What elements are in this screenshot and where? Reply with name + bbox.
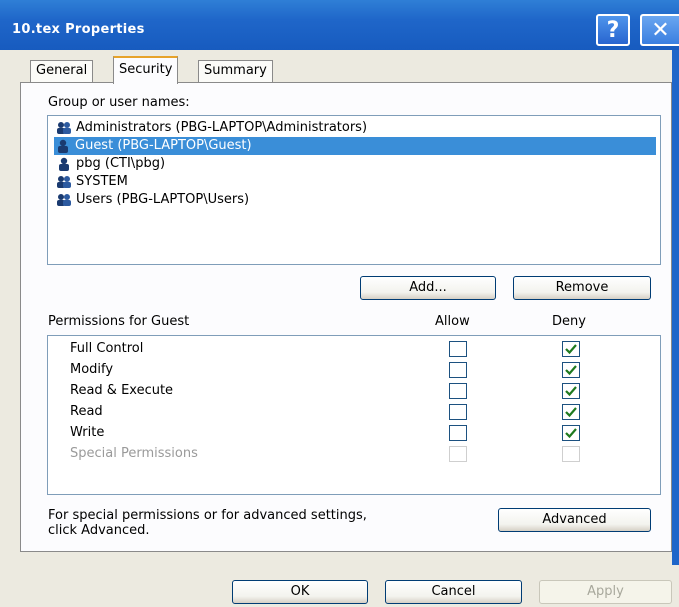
permissions-for-label: Permissions for Guest: [48, 314, 190, 329]
perm-special-label: Special Permissions: [70, 446, 198, 461]
perm-full-control-label: Full Control: [70, 341, 144, 356]
advanced-hint-line1: For special permissions or for advanced …: [48, 508, 367, 523]
list-item-pbg[interactable]: pbg (CTI\pbg): [55, 155, 169, 173]
close-button[interactable]: ✕: [640, 14, 679, 46]
add-button[interactable]: Add...: [360, 276, 496, 300]
deny-modify-checkbox[interactable]: [562, 362, 580, 378]
deny-read-checkbox[interactable]: [562, 404, 580, 420]
tab-summary[interactable]: Summary: [198, 60, 273, 82]
dialog-footer: OK Cancel Apply: [0, 565, 679, 607]
checkmark-icon: [565, 428, 577, 439]
window-frame-right: [672, 50, 679, 607]
allow-read-checkbox[interactable]: [449, 404, 467, 420]
permissions-list: Full Control Modify Read & Execute Read …: [47, 335, 661, 495]
group-users-icon: [57, 176, 71, 188]
list-item-users[interactable]: Users (PBG-LAPTOP\Users): [55, 191, 253, 209]
list-item-guest[interactable]: Guest (PBG-LAPTOP\Guest): [54, 137, 656, 155]
advanced-hint-line2: click Advanced.: [48, 523, 150, 538]
title-bar[interactable]: 10.tex Properties ? ✕: [0, 0, 679, 50]
deny-special-checkbox: [562, 446, 580, 462]
perm-write-label: Write: [70, 425, 105, 440]
allow-write-checkbox[interactable]: [449, 425, 467, 441]
perm-read-execute-label: Read & Execute: [70, 383, 174, 398]
deny-read-execute-checkbox[interactable]: [562, 383, 580, 399]
list-item-label: SYSTEM: [76, 174, 128, 189]
allow-special-checkbox: [449, 446, 467, 462]
single-user-icon: [59, 157, 69, 171]
advanced-button[interactable]: Advanced: [498, 508, 651, 532]
allow-header: Allow: [435, 314, 470, 329]
deny-full-control-checkbox[interactable]: [562, 341, 580, 357]
allow-modify-checkbox[interactable]: [449, 362, 467, 378]
allow-read-execute-checkbox[interactable]: [449, 383, 467, 399]
single-user-icon: [58, 139, 68, 153]
deny-write-checkbox[interactable]: [562, 425, 580, 441]
perm-read-label: Read: [70, 404, 103, 419]
list-item-label: pbg (CTI\pbg): [76, 156, 166, 171]
checkmark-icon: [565, 386, 577, 397]
group-names-label: Group or user names:: [48, 95, 190, 110]
user-listbox[interactable]: Administrators (PBG-LAPTOP\Administrator…: [47, 115, 661, 265]
properties-dialog: 10.tex Properties ? ✕ General Security S…: [0, 0, 679, 607]
list-item-label: Administrators (PBG-LAPTOP\Administrator…: [76, 120, 368, 135]
remove-button[interactable]: Remove: [513, 276, 651, 300]
tab-label: General: [36, 63, 88, 78]
window-title: 10.tex Properties: [12, 22, 145, 37]
tab-security[interactable]: Security: [113, 56, 179, 84]
help-button[interactable]: ?: [596, 14, 630, 46]
checkmark-icon: [565, 365, 577, 376]
tab-label: Security: [119, 62, 173, 77]
help-icon: ?: [606, 17, 620, 43]
tab-label: Summary: [204, 63, 267, 78]
apply-button: Apply: [539, 580, 672, 604]
group-users-icon: [57, 122, 71, 134]
group-users-icon: [57, 194, 71, 206]
allow-full-control-checkbox[interactable]: [449, 341, 467, 357]
close-icon: ✕: [651, 17, 670, 43]
list-item-system[interactable]: SYSTEM: [55, 173, 132, 191]
list-item-label: Users (PBG-LAPTOP\Users): [76, 192, 250, 207]
cancel-button[interactable]: Cancel: [385, 580, 522, 604]
perm-modify-label: Modify: [70, 362, 114, 377]
tab-general[interactable]: General: [30, 60, 94, 82]
checkmark-icon: [565, 407, 577, 418]
list-item-administrators[interactable]: Administrators (PBG-LAPTOP\Administrator…: [55, 119, 371, 137]
checkmark-icon: [565, 344, 577, 355]
deny-header: Deny: [552, 314, 586, 329]
ok-button[interactable]: OK: [232, 580, 368, 604]
list-item-label: Guest (PBG-LAPTOP\Guest): [75, 138, 252, 153]
